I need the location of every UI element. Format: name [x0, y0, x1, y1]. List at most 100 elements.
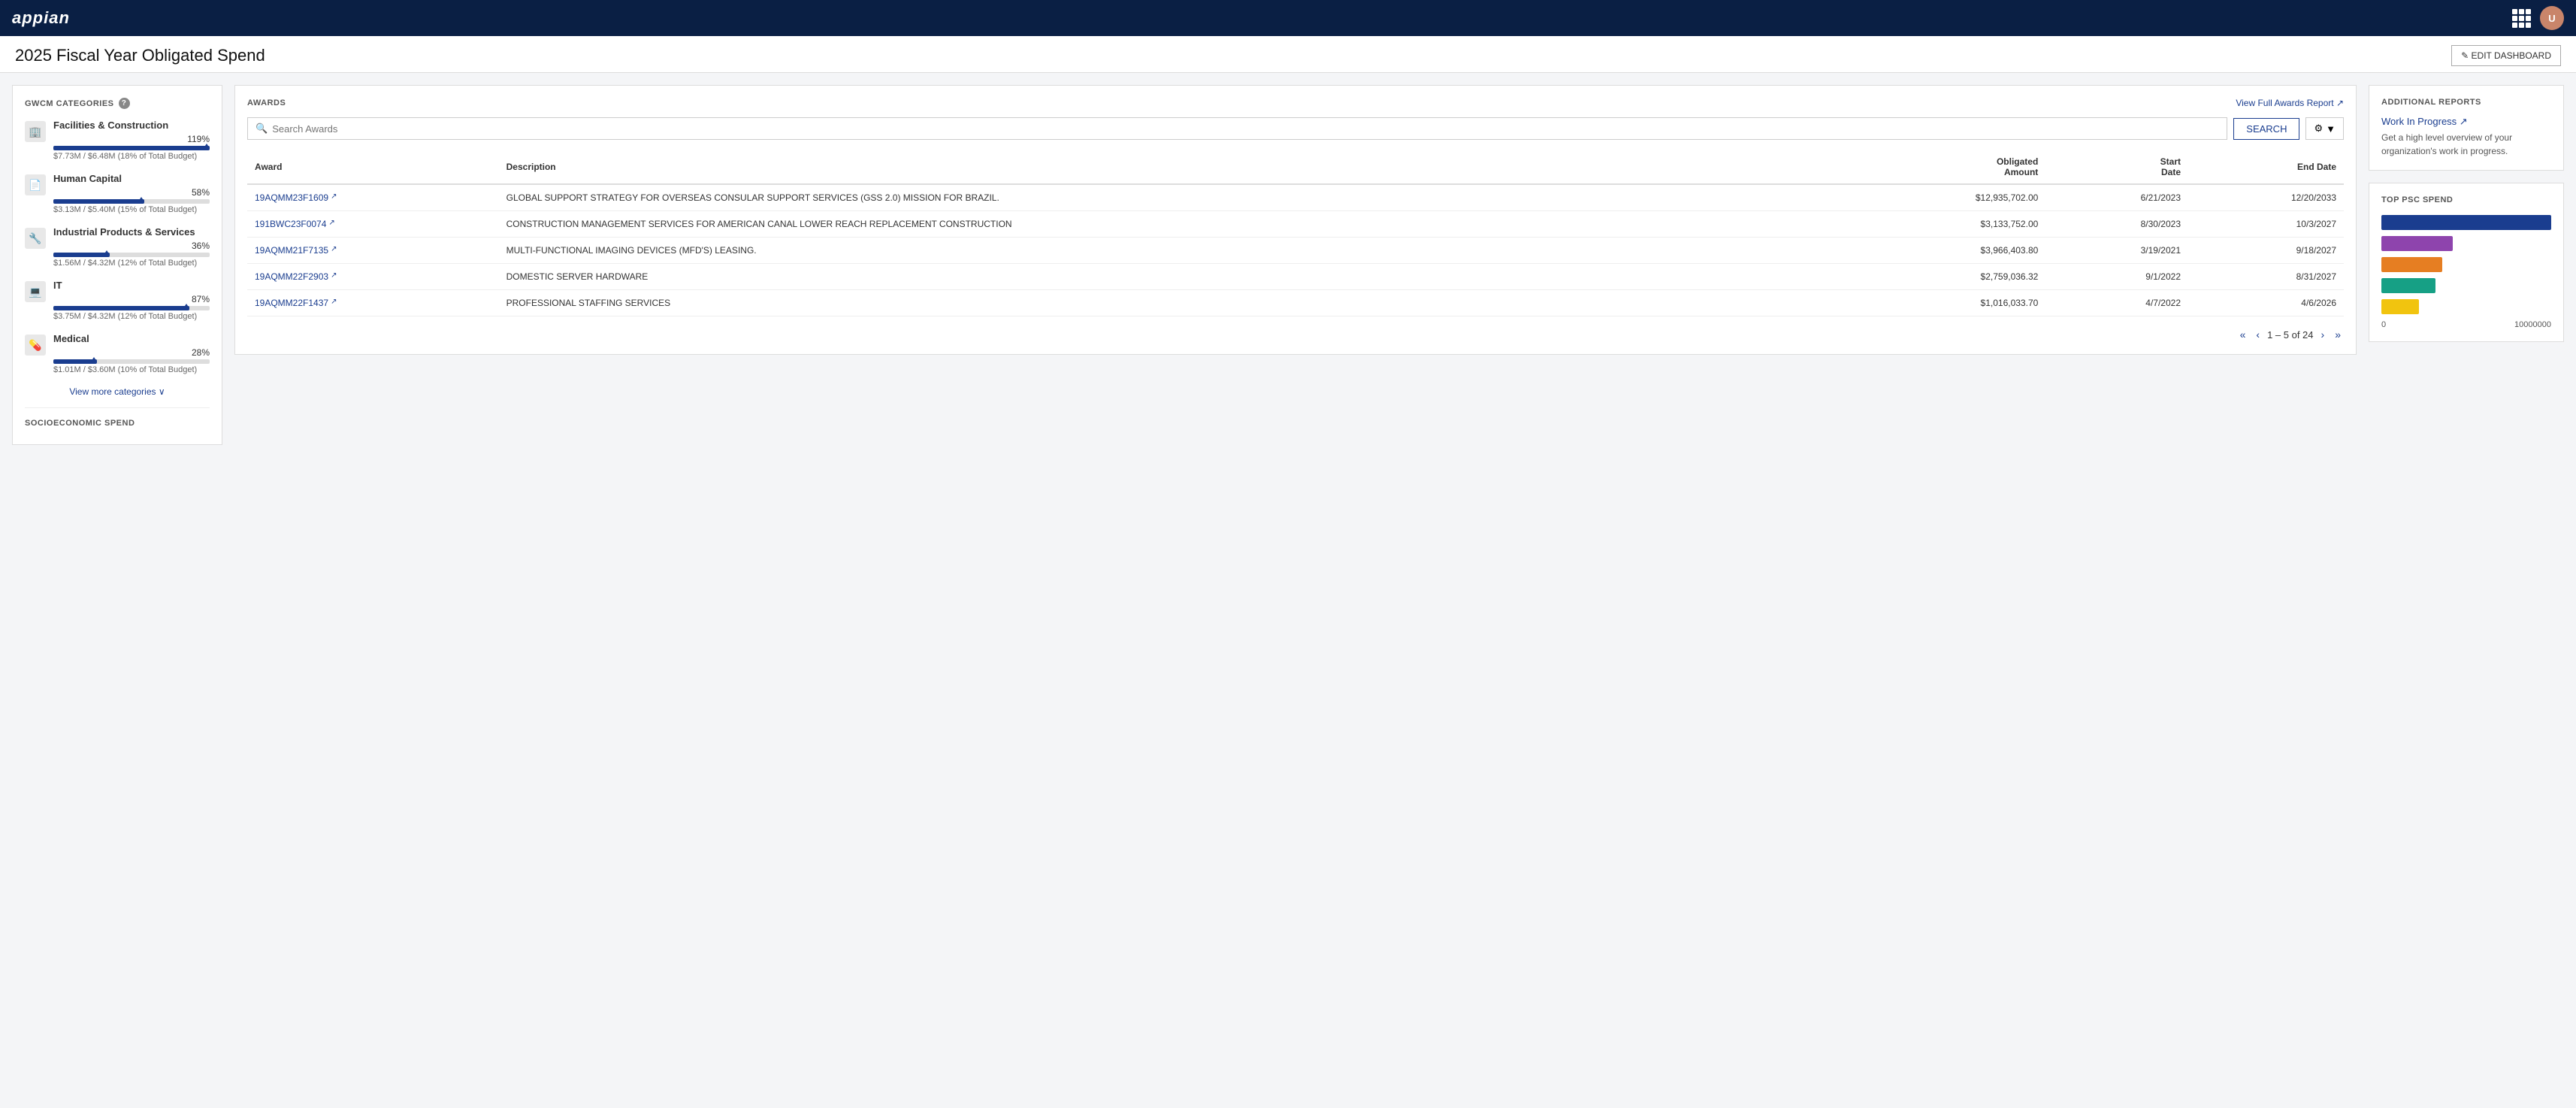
section-divider	[25, 407, 210, 408]
page-header: 2025 Fiscal Year Obligated Spend ✎ EDIT …	[0, 36, 2576, 73]
pagination-next-button[interactable]: ›	[2318, 327, 2328, 342]
progress-bar-container	[53, 359, 210, 364]
start-date-cell: 3/19/2021	[2045, 238, 2188, 264]
filter-button[interactable]: ⚙ ▼	[2305, 117, 2344, 140]
end-date-cell: 12/20/2033	[2188, 184, 2344, 211]
progress-marker	[183, 304, 189, 308]
chart-bar-row	[2381, 236, 2551, 251]
chart-bar-fill	[2381, 215, 2551, 230]
filter-chevron-icon: ▼	[2326, 123, 2336, 135]
progress-bar-container	[53, 306, 210, 310]
search-row: 🔍 SEARCH ⚙ ▼	[247, 117, 2344, 140]
chart-axis: 0 10000000	[2381, 320, 2551, 329]
category-percent: 119%	[53, 134, 210, 144]
external-link-icon: ↗	[331, 271, 337, 280]
dot	[2519, 23, 2524, 28]
award-id-cell: 19AQMM21F7135 ↗	[247, 238, 499, 264]
category-percent: 87%	[53, 294, 210, 304]
progress-bar-fill	[53, 253, 110, 257]
chart-axis-min: 0	[2381, 320, 2386, 329]
main-content: GWCM CATEGORIES ? 🏢 Facilities & Constru…	[0, 73, 2576, 457]
category-item-industrial: 🔧 Industrial Products & Services 36% $1.…	[25, 226, 210, 268]
dot	[2526, 9, 2531, 14]
edit-dashboard-button[interactable]: ✎ EDIT DASHBOARD	[2451, 45, 2561, 66]
right-panel: ADDITIONAL REPORTS Work In Progress ↗ Ge…	[2369, 85, 2564, 342]
award-link[interactable]: 191BWC23F0074 ↗	[255, 219, 491, 229]
col-header-award: Award	[247, 150, 499, 184]
chart-bar-row	[2381, 215, 2551, 230]
category-name: Industrial Products & Services	[53, 226, 210, 238]
left-panel: GWCM CATEGORIES ? 🏢 Facilities & Constru…	[12, 85, 222, 445]
filter-icon: ⚙	[2314, 123, 2323, 135]
award-link[interactable]: 19AQMM22F2903 ↗	[255, 271, 491, 282]
end-date-cell: 4/6/2026	[2188, 290, 2344, 316]
pagination-info: 1 – 5 of 24	[2267, 329, 2313, 341]
view-more-categories-button[interactable]: View more categories ∨	[25, 386, 210, 397]
award-link[interactable]: 19AQMM23F1609 ↗	[255, 192, 491, 203]
category-details-facilities: Facilities & Construction 119% $7.73M / …	[53, 120, 210, 161]
additional-reports-section: ADDITIONAL REPORTS Work In Progress ↗ Ge…	[2369, 85, 2564, 171]
dot	[2526, 23, 2531, 28]
chart-axis-max: 10000000	[2514, 320, 2551, 329]
end-date-cell: 10/3/2027	[2188, 211, 2344, 238]
pagination-prev-button[interactable]: ‹	[2253, 327, 2263, 342]
chart-bar-fill	[2381, 299, 2419, 314]
progress-bar-fill	[53, 306, 189, 310]
obligated-amount-cell: $2,759,036.32	[1845, 264, 2045, 290]
category-name: Medical	[53, 333, 210, 344]
categories-section-header: GWCM CATEGORIES ?	[25, 98, 210, 109]
search-button[interactable]: SEARCH	[2233, 118, 2299, 140]
category-details-human-capital: Human Capital 58% $3.13M / $5.40M (15% o…	[53, 173, 210, 214]
progress-marker	[138, 197, 144, 201]
end-date-cell: 9/18/2027	[2188, 238, 2344, 264]
chart-bar-fill	[2381, 236, 2453, 251]
description-cell: CONSTRUCTION MANAGEMENT SERVICES FOR AME…	[499, 211, 1845, 238]
col-header-end-date: End Date	[2188, 150, 2344, 184]
category-icon-facilities: 🏢	[25, 121, 46, 142]
end-date-cell: 8/31/2027	[2188, 264, 2344, 290]
top-psc-section: TOP PSC SPEND 0 10000000	[2369, 183, 2564, 342]
category-name: Facilities & Construction	[53, 120, 210, 131]
search-box: 🔍	[247, 117, 2227, 140]
dot	[2512, 23, 2517, 28]
category-item-it: 💻 IT 87% $3.75M / $4.32M (12% of Total B…	[25, 280, 210, 321]
avatar[interactable]: U	[2540, 6, 2564, 30]
pagination-last-button[interactable]: »	[2332, 327, 2344, 342]
pagination-first-button[interactable]: «	[2237, 327, 2249, 342]
apps-grid-icon[interactable]	[2512, 9, 2531, 28]
chart-bar-row	[2381, 278, 2551, 293]
chart-bar-row	[2381, 257, 2551, 272]
dot	[2519, 9, 2524, 14]
category-percent: 36%	[53, 241, 210, 251]
progress-bar-container	[53, 253, 210, 257]
progress-bar-fill	[53, 199, 144, 204]
work-in-progress-link[interactable]: Work In Progress ↗	[2381, 116, 2551, 128]
start-date-cell: 8/30/2023	[2045, 211, 2188, 238]
psc-bar-chart	[2381, 215, 2551, 314]
start-date-cell: 6/21/2023	[2045, 184, 2188, 211]
category-percent: 58%	[53, 187, 210, 198]
col-header-description: Description	[499, 150, 1845, 184]
table-row: 19AQMM22F2903 ↗ DOMESTIC SERVER HARDWARE…	[247, 264, 2344, 290]
description-cell: PROFESSIONAL STAFFING SERVICES	[499, 290, 1845, 316]
category-name: Human Capital	[53, 173, 210, 184]
external-link-icon: ↗	[328, 219, 334, 227]
search-input[interactable]	[272, 123, 2219, 135]
progress-bar-container	[53, 146, 210, 150]
category-budget: $3.75M / $4.32M (12% of Total Budget)	[53, 312, 210, 321]
search-icon: 🔍	[255, 123, 268, 135]
award-link[interactable]: 19AQMM22F1437 ↗	[255, 298, 491, 308]
category-percent: 28%	[53, 347, 210, 358]
help-icon[interactable]: ?	[119, 98, 130, 109]
top-psc-title: TOP PSC SPEND	[2381, 195, 2551, 204]
awards-section-title: AWARDS	[247, 98, 286, 107]
external-link-icon: ↗	[331, 245, 337, 253]
col-header-obligated-amount: ObligatedAmount	[1845, 150, 2045, 184]
category-budget: $3.13M / $5.40M (15% of Total Budget)	[53, 205, 210, 214]
view-full-awards-link[interactable]: View Full Awards Report ↗	[2236, 98, 2344, 108]
chart-bar-row	[2381, 299, 2551, 314]
category-icon-it: 💻	[25, 281, 46, 302]
category-icon-medical: 💊	[25, 335, 46, 356]
award-link[interactable]: 19AQMM21F7135 ↗	[255, 245, 491, 256]
category-name: IT	[53, 280, 210, 291]
